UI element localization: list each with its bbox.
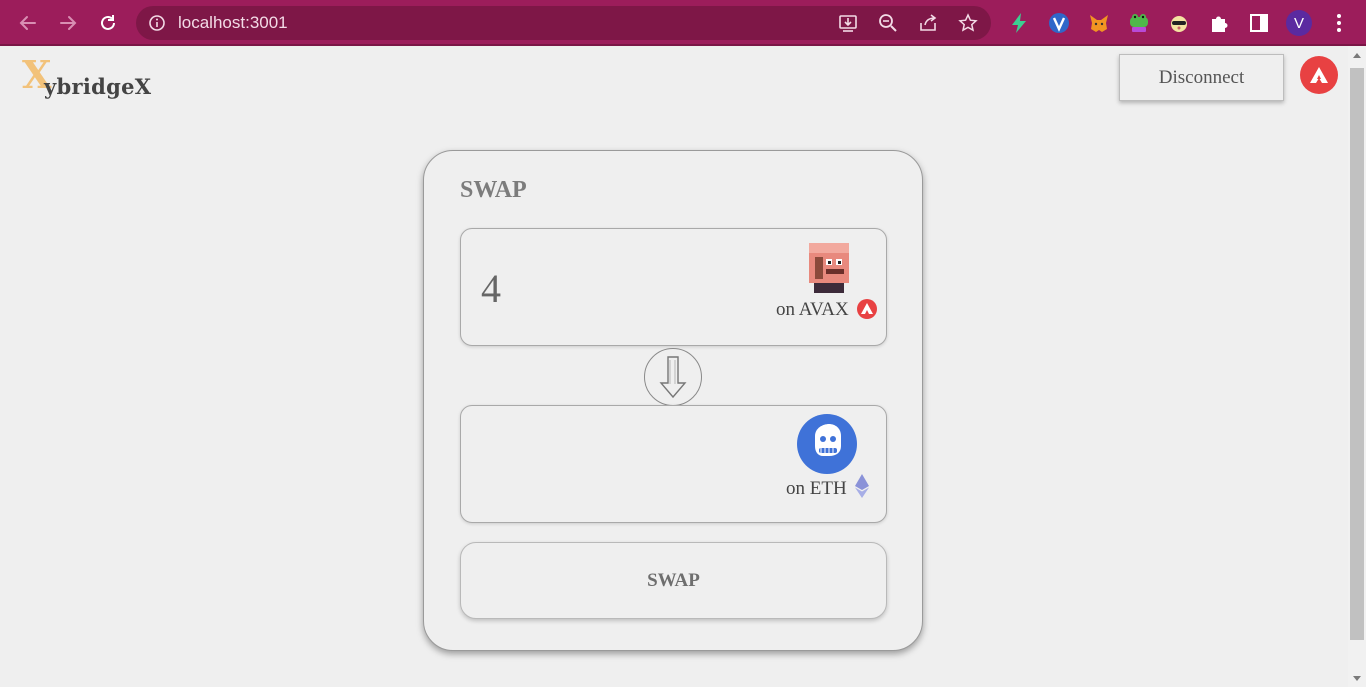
pixel-character-nft-icon xyxy=(806,237,852,300)
cat-extension-icon[interactable] xyxy=(1167,11,1191,35)
from-amount[interactable]: 4 xyxy=(481,265,501,312)
v-extension-icon[interactable] xyxy=(1047,11,1071,35)
arrow-down-icon[interactable] xyxy=(644,348,702,406)
address-bar[interactable]: localhost:3001 xyxy=(136,6,991,40)
swap-button[interactable]: SWAP xyxy=(460,542,887,619)
reload-icon[interactable] xyxy=(96,11,120,35)
avalanche-icon xyxy=(857,299,877,324)
disconnect-button[interactable]: Disconnect xyxy=(1119,54,1284,101)
to-chain-label: on ETH xyxy=(786,478,847,499)
from-token-box[interactable]: 4 on AVAX xyxy=(460,228,887,346)
puzzle-extensions-icon[interactable] xyxy=(1207,11,1231,35)
ape-nft-icon xyxy=(797,414,857,479)
kebab-menu-icon[interactable] xyxy=(1327,11,1351,35)
to-token-box[interactable]: on ETH xyxy=(460,405,887,523)
bolt-extension-icon[interactable] xyxy=(1007,11,1031,35)
scroll-down-icon[interactable] xyxy=(1352,675,1362,683)
profile-avatar[interactable]: V xyxy=(1286,10,1312,36)
back-arrow-icon[interactable] xyxy=(16,11,40,35)
site-info-icon[interactable] xyxy=(148,14,166,37)
swap-title: SWAP xyxy=(460,177,527,203)
logo-text[interactable]: ybridgeX xyxy=(44,74,151,99)
zoom-icon[interactable] xyxy=(878,13,898,38)
scroll-up-icon[interactable] xyxy=(1352,51,1362,59)
ethereum-icon xyxy=(855,474,869,503)
forward-arrow-icon[interactable] xyxy=(56,11,80,35)
avalanche-icon[interactable] xyxy=(1300,56,1338,94)
share-icon[interactable] xyxy=(918,13,938,38)
frog-extension-icon[interactable] xyxy=(1127,11,1151,35)
from-chain-label: on AVAX xyxy=(776,299,849,320)
side-panel-icon[interactable] xyxy=(1247,11,1271,35)
url-text: localhost:3001 xyxy=(178,13,288,32)
install-app-icon[interactable] xyxy=(838,13,858,38)
bookmark-star-icon[interactable] xyxy=(958,13,978,38)
metamask-fox-icon[interactable] xyxy=(1087,11,1111,35)
scrollbar-thumb[interactable] xyxy=(1350,68,1364,640)
